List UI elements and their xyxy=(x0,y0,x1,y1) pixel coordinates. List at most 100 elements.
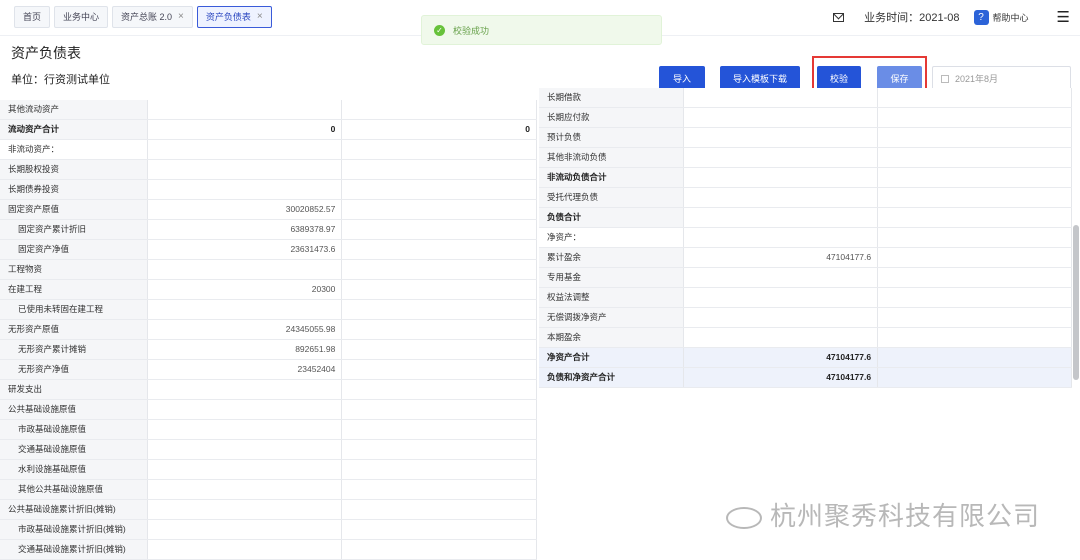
value-cell[interactable] xyxy=(342,160,538,179)
value-cell[interactable] xyxy=(148,100,343,119)
row-label: 累计盈余 xyxy=(539,248,685,267)
value-cell[interactable] xyxy=(148,300,343,319)
value-cell[interactable] xyxy=(342,240,537,259)
value-cell[interactable] xyxy=(878,308,1073,327)
table-row: 其他流动资产 xyxy=(0,100,538,120)
value-cell[interactable] xyxy=(342,540,537,559)
row-label: 市政基础设施累计折旧(摊销) xyxy=(0,520,148,539)
value-cell[interactable] xyxy=(148,400,343,419)
value-cell[interactable]: 892651.98 xyxy=(148,340,343,359)
value-cell[interactable]: 24345055.98 xyxy=(148,320,343,339)
value-cell xyxy=(148,140,343,159)
value-cell[interactable] xyxy=(342,260,538,279)
row-label: 流动资产合计 xyxy=(0,120,148,139)
value-cell[interactable]: 47104177.6 xyxy=(684,348,879,367)
value-cell[interactable] xyxy=(148,480,343,499)
value-cell[interactable] xyxy=(148,260,343,279)
value-cell[interactable] xyxy=(878,188,1073,207)
value-cell[interactable] xyxy=(342,480,537,499)
value-cell[interactable] xyxy=(148,520,343,539)
value-cell[interactable] xyxy=(148,380,343,399)
value-cell[interactable]: 30020852.57 xyxy=(148,200,343,219)
value-cell[interactable] xyxy=(148,460,343,479)
watermark-company: 杭州聚秀科技有限公司 xyxy=(726,496,1040,533)
value-cell[interactable]: 20300 xyxy=(148,280,343,299)
value-cell[interactable]: 0 xyxy=(342,120,538,139)
row-label: 水利设施基础原值 xyxy=(0,460,148,479)
value-cell[interactable] xyxy=(148,160,343,179)
value-cell[interactable] xyxy=(878,248,1073,267)
value-cell[interactable] xyxy=(684,148,879,167)
value-cell[interactable] xyxy=(342,180,538,199)
value-cell[interactable] xyxy=(342,380,538,399)
value-cell[interactable] xyxy=(342,340,537,359)
wechat-icon xyxy=(726,507,762,530)
value-cell[interactable]: 23631473.6 xyxy=(148,240,343,259)
value-cell[interactable] xyxy=(878,268,1073,287)
value-cell[interactable] xyxy=(342,280,538,299)
tab-0[interactable]: 首页 xyxy=(14,6,51,28)
value-cell[interactable]: 23452404 xyxy=(148,360,343,379)
value-cell xyxy=(684,228,879,247)
value-cell[interactable] xyxy=(878,108,1073,127)
value-cell[interactable] xyxy=(342,520,537,539)
value-cell[interactable] xyxy=(684,168,879,187)
value-cell[interactable] xyxy=(684,288,879,307)
value-cell[interactable] xyxy=(684,108,879,127)
tab-2[interactable]: 资产总账 2.0 × xyxy=(112,6,193,28)
tab-3[interactable]: 资产负债表 × xyxy=(196,6,272,28)
row-label: 专用基金 xyxy=(539,268,685,287)
value-cell[interactable]: 47104177.6 xyxy=(684,248,879,267)
value-cell[interactable]: 0 xyxy=(148,120,343,139)
value-cell[interactable] xyxy=(342,460,537,479)
value-cell[interactable] xyxy=(342,100,538,119)
close-icon[interactable]: × xyxy=(257,7,263,27)
value-cell[interactable] xyxy=(342,400,538,419)
value-cell[interactable] xyxy=(148,500,343,519)
value-cell[interactable] xyxy=(342,440,537,459)
value-cell[interactable] xyxy=(878,368,1073,387)
value-cell[interactable] xyxy=(342,500,538,519)
value-cell[interactable] xyxy=(684,268,879,287)
row-label: 预计负债 xyxy=(539,128,685,147)
value-cell[interactable]: 6389378.97 xyxy=(148,220,343,239)
value-cell[interactable] xyxy=(684,188,879,207)
date-picker-value: 2021年8月 xyxy=(955,74,999,84)
value-cell[interactable] xyxy=(148,180,343,199)
mail-icon[interactable] xyxy=(833,12,845,22)
table-row: 负债和净资产合计 47104177.6 xyxy=(539,368,1073,388)
value-cell[interactable] xyxy=(878,128,1073,147)
value-cell[interactable] xyxy=(878,288,1073,307)
value-cell[interactable] xyxy=(148,540,343,559)
value-cell[interactable] xyxy=(684,328,879,347)
value-cell[interactable] xyxy=(878,148,1073,167)
table-row: 累计盈余 47104177.6 xyxy=(539,248,1073,268)
value-cell[interactable] xyxy=(342,200,538,219)
value-cell[interactable] xyxy=(342,360,537,379)
value-cell[interactable] xyxy=(878,168,1073,187)
value-cell xyxy=(878,228,1073,247)
value-cell[interactable] xyxy=(684,208,879,227)
value-cell[interactable] xyxy=(684,308,879,327)
value-cell[interactable]: 47104177.6 xyxy=(684,368,879,387)
value-cell[interactable] xyxy=(342,420,537,439)
liabilities-table: 长期借款 长期应付款 预计负债 其他非流动负债 非流动负债合计 受托代理负债 负债合计 净资产… xyxy=(539,88,1073,388)
value-cell[interactable] xyxy=(684,88,879,107)
business-time-value[interactable]: 2021-08 xyxy=(919,12,959,24)
value-cell[interactable] xyxy=(878,328,1073,347)
value-cell[interactable] xyxy=(148,420,343,439)
help-center-link[interactable]: ? 帮助中心 xyxy=(973,9,1029,25)
value-cell[interactable] xyxy=(342,220,537,239)
vertical-scrollbar[interactable] xyxy=(1073,225,1079,380)
value-cell[interactable] xyxy=(878,348,1073,367)
value-cell[interactable] xyxy=(878,208,1073,227)
value-cell[interactable] xyxy=(878,88,1073,107)
tab-1[interactable]: 业务中心 xyxy=(54,6,109,28)
row-label: 负债和净资产合计 xyxy=(539,368,685,387)
close-icon[interactable]: × xyxy=(178,7,184,27)
value-cell[interactable] xyxy=(342,300,537,319)
value-cell[interactable] xyxy=(684,128,879,147)
menu-search-icon[interactable]: ☰ xyxy=(1057,8,1070,26)
value-cell[interactable] xyxy=(148,440,343,459)
value-cell[interactable] xyxy=(342,320,538,339)
